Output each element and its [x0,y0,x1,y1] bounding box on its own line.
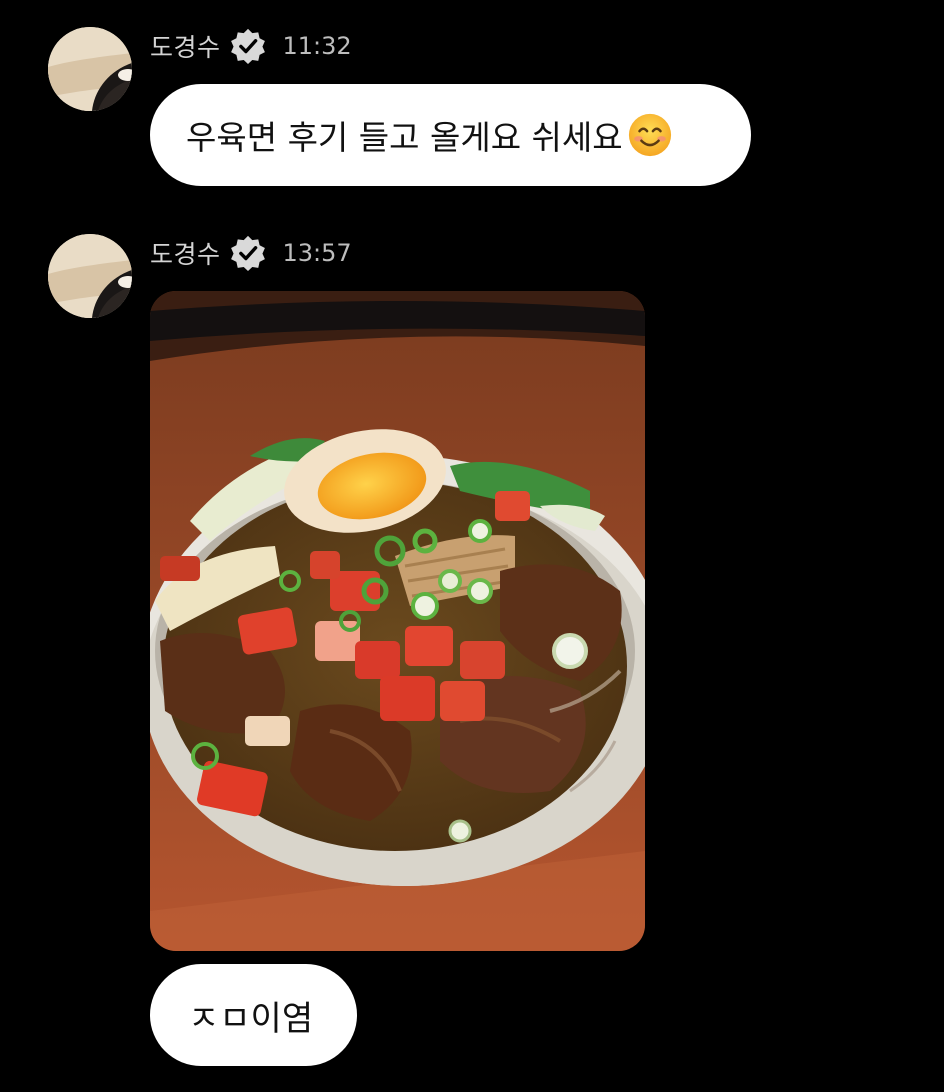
sender-name[interactable]: 도경수 [150,235,221,271]
avatar[interactable] [48,27,132,111]
message-bubble[interactable]: 우육면 후기 들고 올게요 쉬세요 [150,84,751,186]
sender-name[interactable]: 도경수 [150,28,221,64]
message-time: 11:32 [282,32,352,60]
message-header: 도경수 11:32 [150,27,352,65]
smiling-face-icon [627,112,673,158]
message-text: ㅈㅁ이염 [188,998,314,1039]
beef-noodle-soup-photo[interactable] [150,291,645,951]
avatar[interactable] [48,234,132,318]
verified-badge-icon [229,234,267,272]
verified-badge-icon [229,27,267,65]
avatar-photo [48,27,132,111]
message-header: 도경수 13:57 [150,234,352,272]
avatar-photo [48,234,132,318]
message-time: 13:57 [282,239,352,267]
message-text: 우육면 후기 들고 올게요 쉬세요 [186,118,623,157]
message-bubble[interactable]: ㅈㅁ이염 [150,964,357,1066]
